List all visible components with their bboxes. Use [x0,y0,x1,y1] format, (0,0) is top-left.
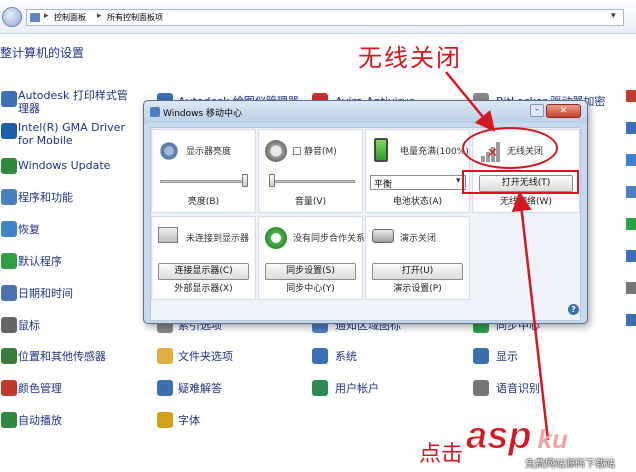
annotation-arrows [445,71,550,441]
watermark-site: 免费网站源码下载站 [525,459,615,470]
annotation-click: 点击 [419,442,464,467]
watermark-brand: asp ku [465,415,568,458]
arrow-to-wireless-button [511,191,550,441]
watermark-ku: ku [537,424,568,454]
arrow-to-wireless-icon [445,71,496,132]
watermark-asp: asp [465,415,532,458]
